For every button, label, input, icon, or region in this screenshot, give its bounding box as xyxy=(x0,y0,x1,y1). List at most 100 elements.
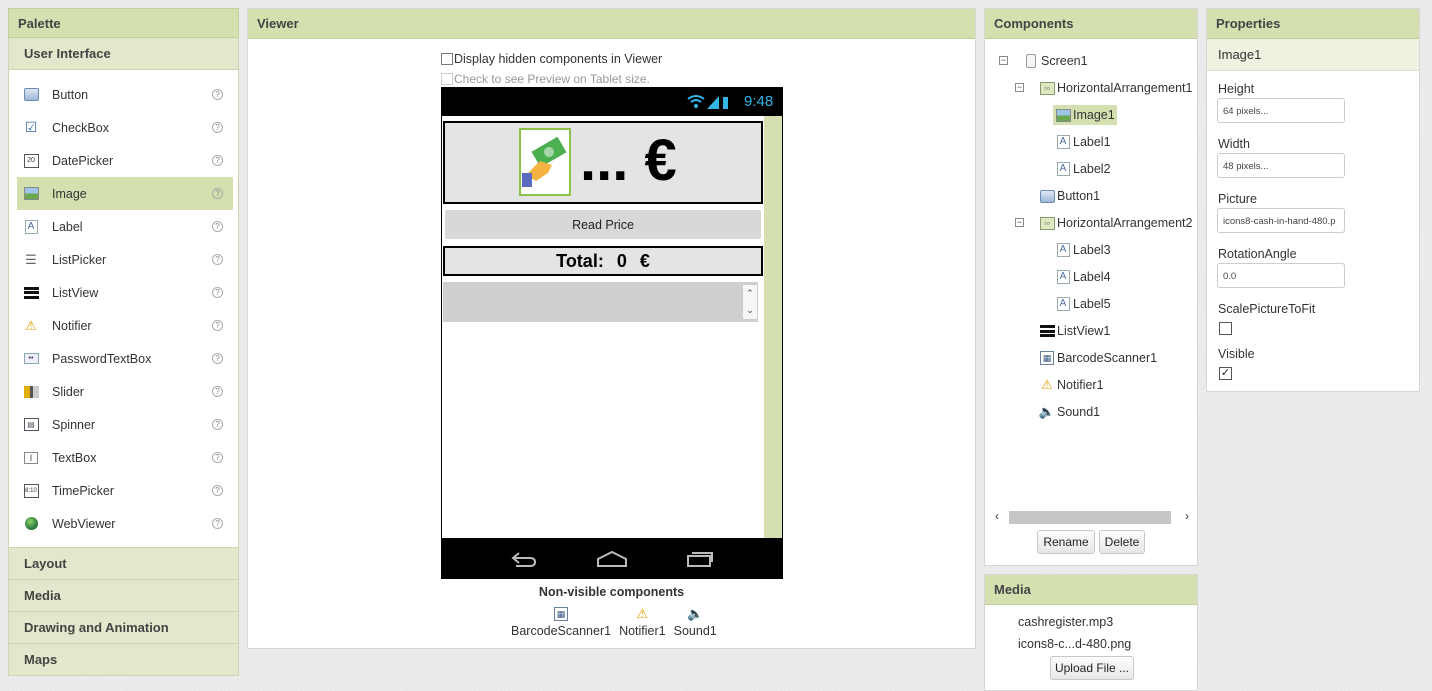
rotation-angle-field[interactable]: 0.0 xyxy=(1217,263,1345,288)
display-hidden-checkbox[interactable] xyxy=(441,53,453,65)
phone-clock: 9:48 xyxy=(744,93,774,110)
horizontal-arrangement-1[interactable]: ... € xyxy=(443,121,763,204)
slider-icon xyxy=(23,384,39,400)
height-field[interactable]: 64 pixels... xyxy=(1217,98,1345,123)
help-icon[interactable]: ? xyxy=(212,353,223,364)
palette-item-label: TextBox xyxy=(52,450,97,465)
tree-node-label4[interactable]: A Label4 xyxy=(1053,267,1113,287)
scale-picture-checkbox[interactable] xyxy=(1219,322,1232,335)
barcode-scanner-icon: ▦ xyxy=(1039,350,1055,366)
tablet-preview-label: Check to see Preview on Tablet size. xyxy=(454,72,650,86)
read-price-button[interactable]: Read Price xyxy=(445,210,761,239)
help-icon[interactable]: ? xyxy=(212,122,223,133)
palette-category-maps[interactable]: Maps xyxy=(8,644,239,676)
tree-node-label2[interactable]: A Label2 xyxy=(1053,159,1113,179)
help-icon[interactable]: ? xyxy=(212,452,223,463)
tree-node-button1[interactable]: Button1 xyxy=(1037,186,1102,206)
picture-field[interactable]: icons8-cash-in-hand-480.p xyxy=(1217,208,1345,233)
help-icon[interactable]: ? xyxy=(212,320,223,331)
delete-button[interactable]: Delete xyxy=(1099,530,1145,554)
total-currency: € xyxy=(639,250,650,271)
collapse-toggle-icon[interactable]: − xyxy=(999,56,1008,65)
tree-node-sound1[interactable]: 🔈 Sound1 xyxy=(1037,402,1102,422)
tree-node-label1[interactable]: A Label1 xyxy=(1053,132,1113,152)
tree-node-image1[interactable]: Image1 xyxy=(1053,105,1117,125)
back-icon[interactable] xyxy=(510,550,538,568)
palette-item-listview[interactable]: ListView? xyxy=(17,276,233,309)
rename-button[interactable]: Rename xyxy=(1037,530,1095,554)
nonvisible-label: Sound1 xyxy=(673,624,717,638)
label-icon: A xyxy=(1055,134,1071,150)
viewer-title: Viewer xyxy=(248,9,975,39)
help-icon[interactable]: ? xyxy=(212,221,223,232)
tablet-preview-checkbox[interactable] xyxy=(441,73,453,85)
help-icon[interactable]: ? xyxy=(212,254,223,265)
help-icon[interactable]: ? xyxy=(212,89,223,100)
listview-scrollbar[interactable]: ⌃ ⌄ xyxy=(742,284,758,320)
palette-category-media[interactable]: Media xyxy=(8,580,239,612)
palette-item-webviewer[interactable]: WebViewer? xyxy=(17,507,233,540)
palette-item-passwordtextbox[interactable]: •• PasswordTextBox? xyxy=(17,342,233,375)
palette-item-timepicker[interactable]: 8:10 TimePicker? xyxy=(17,474,233,507)
scroll-right-icon[interactable]: › xyxy=(1185,509,1189,523)
width-field[interactable]: 48 pixels... xyxy=(1217,153,1345,178)
tree-node-label5[interactable]: A Label5 xyxy=(1053,294,1113,314)
palette-item-notifier[interactable]: ⚠ Notifier? xyxy=(17,309,233,342)
palette-item-label: Image xyxy=(52,186,87,201)
help-icon[interactable]: ? xyxy=(212,386,223,397)
help-icon[interactable]: ? xyxy=(212,419,223,430)
help-icon[interactable]: ? xyxy=(212,287,223,298)
checkbox-icon: ☑ xyxy=(24,119,38,135)
palette-item-button[interactable]: Button? xyxy=(17,78,233,111)
notifier-icon: ⚠ xyxy=(636,606,649,621)
tree-node-barcodescanner1[interactable]: ▦ BarcodeScanner1 xyxy=(1037,348,1159,368)
tree-node-horizontalarrangement1[interactable]: ▫▫ HorizontalArrangement1 xyxy=(1037,78,1195,98)
tree-node-label: Label2 xyxy=(1073,162,1111,176)
palette-category-layout[interactable]: Layout xyxy=(8,548,239,580)
collapse-toggle-icon[interactable]: − xyxy=(1015,83,1024,92)
image1-cash-in-hand[interactable] xyxy=(519,128,571,196)
palette-item-textbox[interactable]: I TextBox? xyxy=(17,441,233,474)
palette-item-listpicker[interactable]: ☰ ListPicker? xyxy=(17,243,233,276)
visible-checkbox[interactable]: ✓ xyxy=(1219,367,1232,380)
tree-node-listview1[interactable]: ListView1 xyxy=(1037,321,1112,341)
recent-apps-icon[interactable] xyxy=(686,550,714,568)
tree-node-notifier1[interactable]: ⚠ Notifier1 xyxy=(1037,375,1106,395)
palette-item-image[interactable]: Image? xyxy=(17,177,233,210)
scroll-left-icon[interactable]: ‹ xyxy=(995,509,999,523)
horizontal-arrangement-2[interactable]: Total: 0 € xyxy=(443,246,763,276)
upload-file-button[interactable]: Upload File ... xyxy=(1050,656,1134,680)
palette-category-user-interface[interactable]: User Interface xyxy=(8,38,239,70)
nonvisible-notifier1[interactable]: ⚠ Notifier1 xyxy=(619,606,666,638)
listview1[interactable]: ⌃ ⌄ xyxy=(443,282,758,322)
scroll-thumb[interactable] xyxy=(1009,511,1171,524)
tree-node-label: Button1 xyxy=(1057,189,1101,203)
home-icon[interactable] xyxy=(596,550,628,568)
media-file[interactable]: cashregister.mp3 xyxy=(1018,615,1113,629)
help-icon[interactable]: ? xyxy=(212,518,223,529)
palette-item-label[interactable]: A Label? xyxy=(17,210,233,243)
palette-item-label: ListPicker xyxy=(52,252,107,267)
palette-item-spinner[interactable]: ▤ Spinner? xyxy=(17,408,233,441)
help-icon[interactable]: ? xyxy=(212,155,223,166)
media-file[interactable]: icons8-c...d-480.png xyxy=(1018,637,1131,651)
nonvisible-barcodescanner1[interactable]: ▦ BarcodeScanner1 xyxy=(511,606,611,638)
nonvisible-sound1[interactable]: 🔈 Sound1 xyxy=(674,606,717,638)
nonvisible-label: BarcodeScanner1 xyxy=(511,624,612,638)
tree-node-screen1[interactable]: Screen1 xyxy=(1021,51,1090,71)
collapse-toggle-icon[interactable]: − xyxy=(1015,218,1024,227)
image-icon xyxy=(23,186,39,202)
tree-node-horizontalarrangement2[interactable]: ▫▫ HorizontalArrangement2 xyxy=(1037,213,1195,233)
tree-horizontal-scrollbar[interactable]: ‹ › xyxy=(993,509,1191,526)
help-icon[interactable]: ? xyxy=(212,188,223,199)
image-icon xyxy=(1055,107,1071,123)
palette-category-drawing-and-animation[interactable]: Drawing and Animation xyxy=(8,612,239,644)
rotation-angle-label: RotationAngle xyxy=(1218,247,1297,261)
webviewer-icon xyxy=(23,516,39,532)
tree-node-label3[interactable]: A Label3 xyxy=(1053,240,1113,260)
palette-item-datepicker[interactable]: 20 DatePicker? xyxy=(17,144,233,177)
help-icon[interactable]: ? xyxy=(212,485,223,496)
palette-item-slider[interactable]: Slider? xyxy=(17,375,233,408)
palette-item-label: Button xyxy=(52,87,89,102)
palette-item-checkbox[interactable]: ☑ CheckBox? xyxy=(17,111,233,144)
